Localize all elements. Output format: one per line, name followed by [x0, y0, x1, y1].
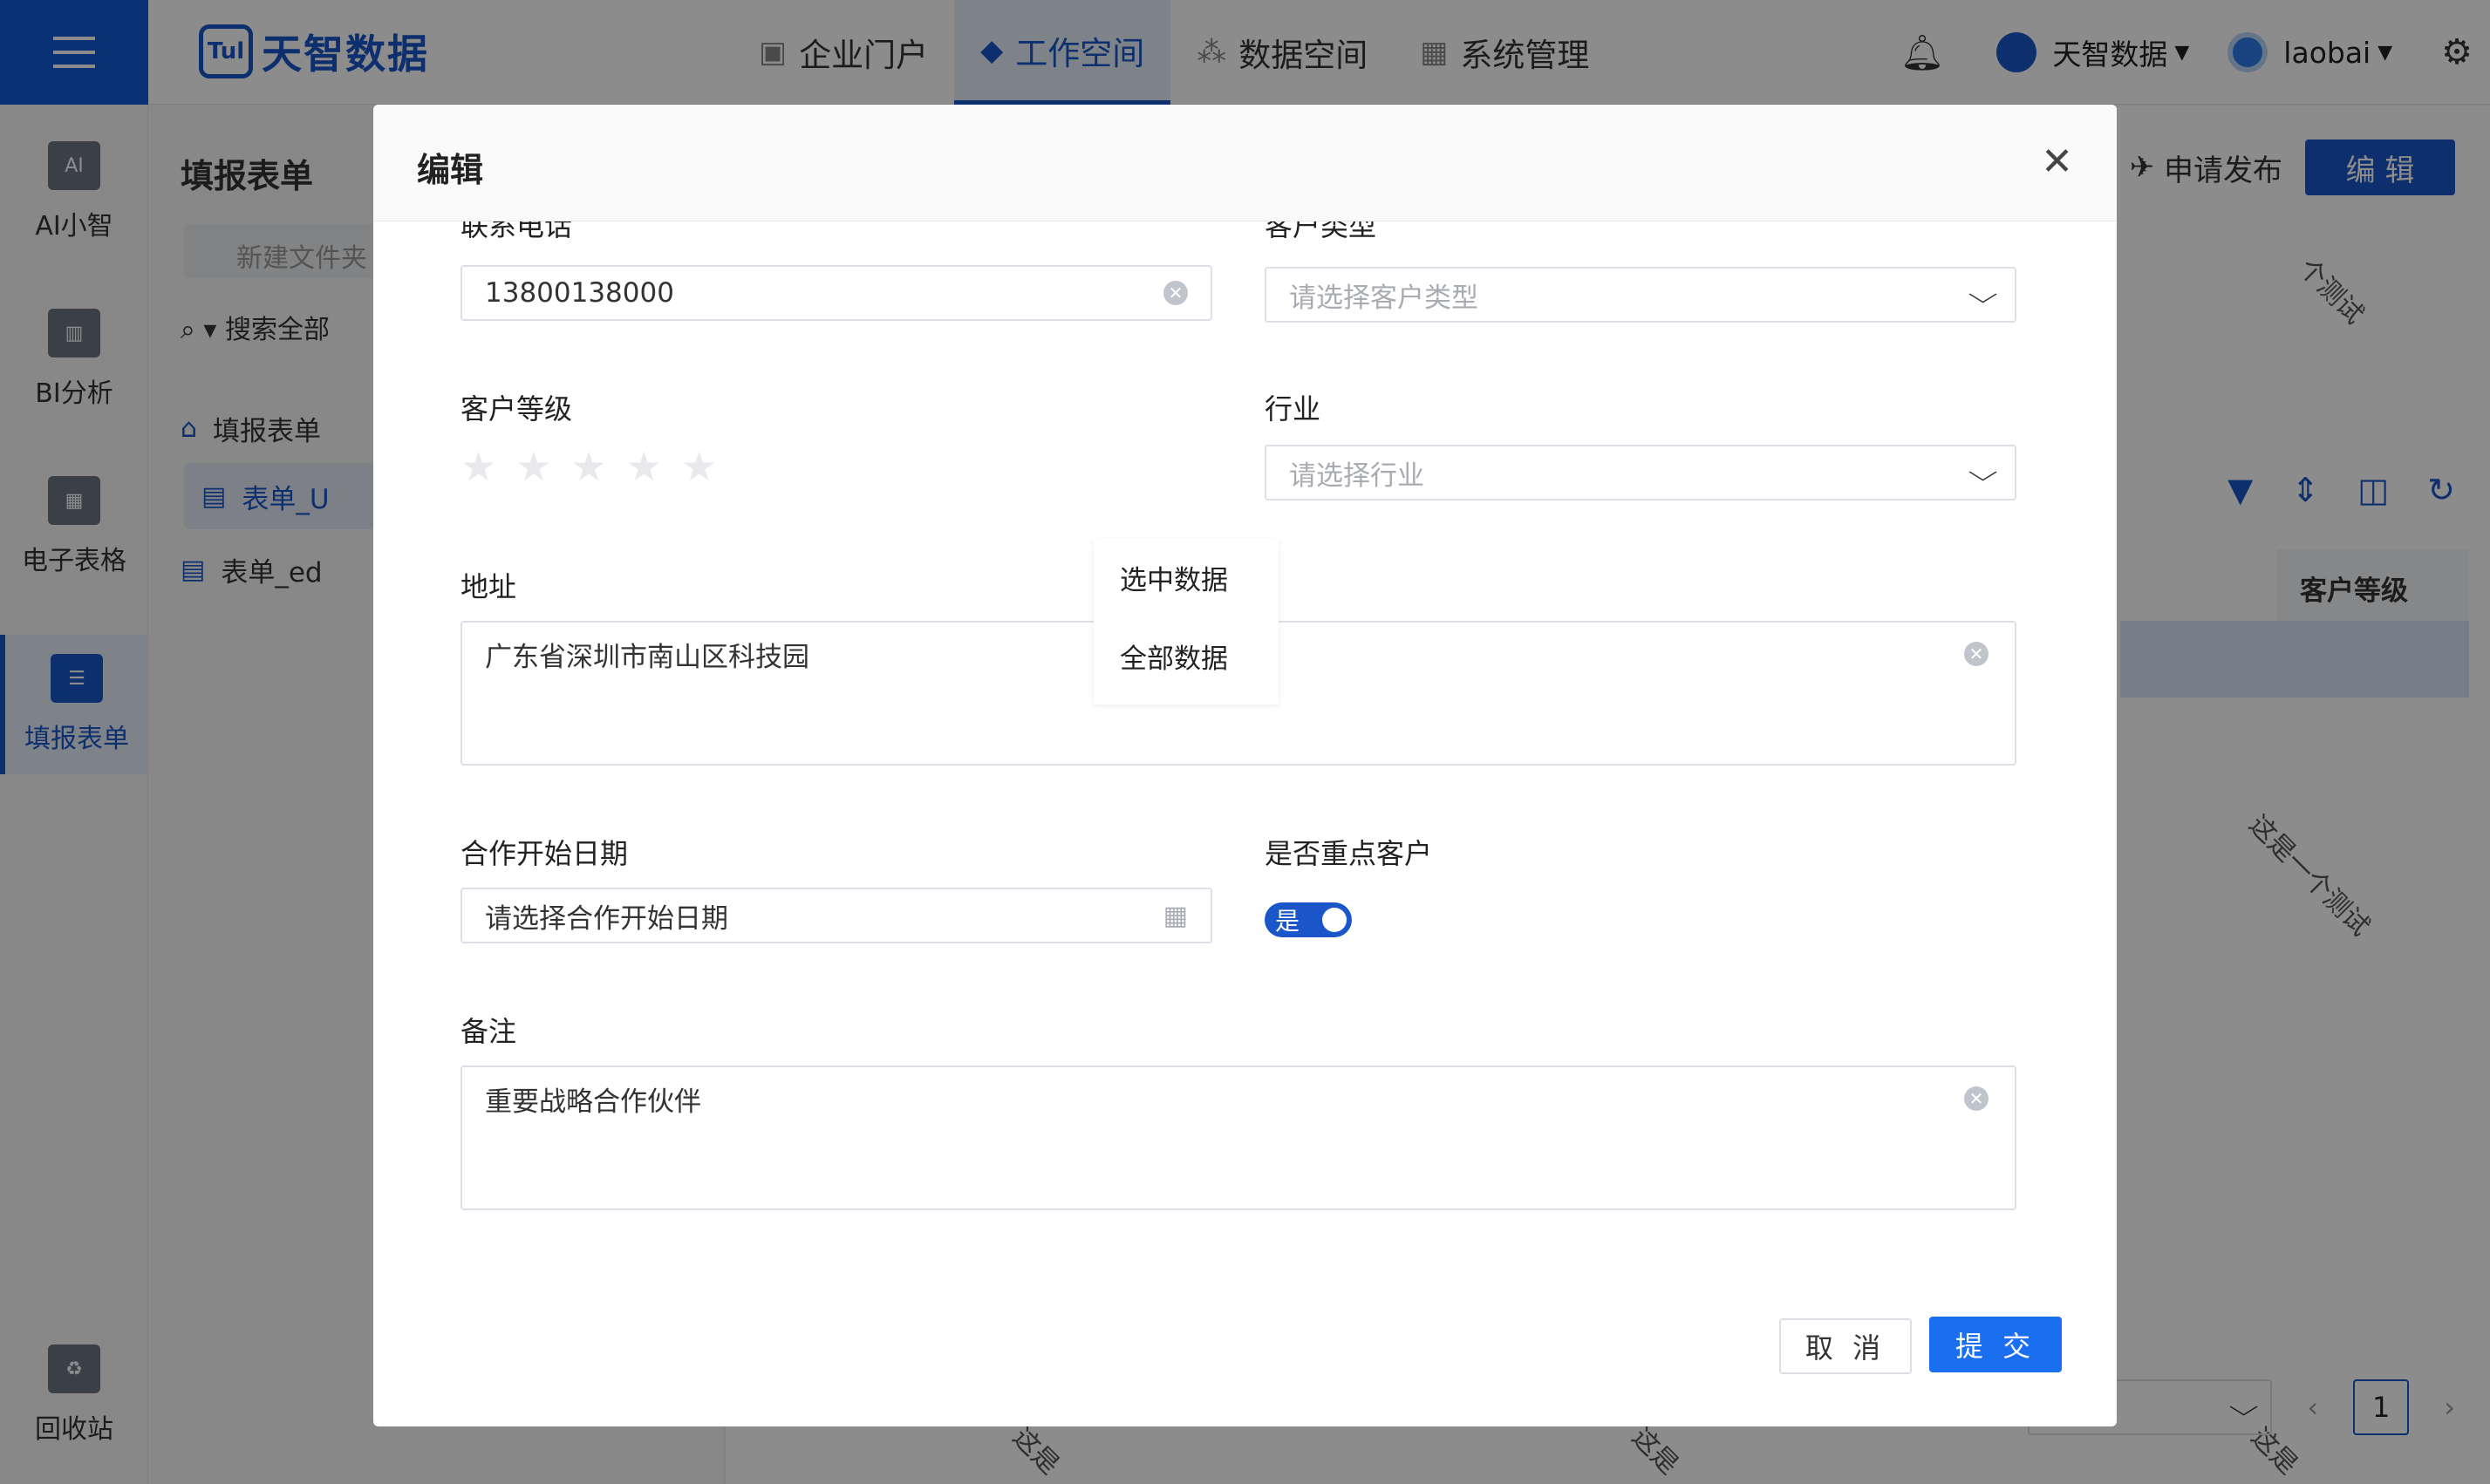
address-label: 地址 — [460, 570, 517, 603]
industry-label: 行业 — [1265, 392, 1321, 425]
start-date-picker[interactable]: 请选择合作开始日期 ▦ — [460, 888, 1212, 943]
customer-level-label: 客户等级 — [460, 392, 573, 425]
star-icon[interactable]: ★ — [460, 446, 496, 487]
customer-type-placeholder: 请选择客户类型 — [1289, 282, 1478, 314]
star-icon[interactable]: ★ — [681, 446, 717, 487]
industry-placeholder: 请选择行业 — [1289, 459, 1424, 492]
address-value: 广东省深圳市南山区科技园 — [485, 642, 809, 673]
clear-icon[interactable]: ✕ — [1964, 1086, 1989, 1111]
phone-input[interactable]: 13800138000 ✕ — [460, 265, 1212, 321]
menu-item-selected-data[interactable]: 选中数据 — [1120, 558, 1228, 597]
data-scope-menu: 选中数据 全部数据 — [1094, 539, 1279, 705]
rating-stars[interactable]: ★ ★ ★ ★ ★ — [460, 446, 717, 487]
dialog-title: 编辑 — [417, 151, 484, 189]
switch-text: 是 — [1275, 907, 1300, 936]
clear-icon[interactable]: ✕ — [1964, 642, 1989, 666]
chevron-down-icon: ⌵ — [1968, 458, 1998, 487]
calendar-icon: ▦ — [1163, 900, 1188, 931]
start-date-label: 合作开始日期 — [460, 837, 629, 870]
submit-button[interactable]: 提 交 — [1929, 1317, 2062, 1372]
star-icon[interactable]: ★ — [626, 446, 662, 487]
switch-knob — [1322, 908, 1347, 932]
star-icon[interactable]: ★ — [571, 446, 607, 487]
key-customer-label: 是否重点客户 — [1265, 837, 1433, 870]
remark-label: 备注 — [460, 1015, 517, 1048]
key-customer-switch[interactable]: 是 — [1265, 902, 1352, 937]
start-date-placeholder: 请选择合作开始日期 — [485, 902, 728, 935]
chevron-down-icon: ⌵ — [1968, 280, 1998, 309]
cancel-button[interactable]: 取 消 — [1779, 1318, 1912, 1374]
phone-value: 13800138000 — [485, 277, 674, 309]
clear-icon[interactable]: ✕ — [1163, 281, 1188, 305]
remark-textarea[interactable]: 重要战略合作伙伴 ✕ — [460, 1065, 2016, 1210]
industry-select[interactable]: 请选择行业 ⌵ — [1265, 445, 2016, 500]
customer-type-select[interactable]: 请选择客户类型 ⌵ — [1265, 267, 2016, 323]
star-icon[interactable]: ★ — [515, 446, 551, 487]
close-icon[interactable]: ✕ — [2041, 140, 2073, 184]
remark-value: 重要战略合作伙伴 — [485, 1086, 701, 1118]
dialog-header-cover: 编辑 ✕ — [373, 105, 2117, 221]
menu-item-all-data[interactable]: 全部数据 — [1120, 636, 1228, 676]
edit-dialog: 编辑 ✕ 联系电话 13800138000 ✕ 客户类型 请选择客户类型 ⌵ 编… — [373, 105, 2117, 1426]
